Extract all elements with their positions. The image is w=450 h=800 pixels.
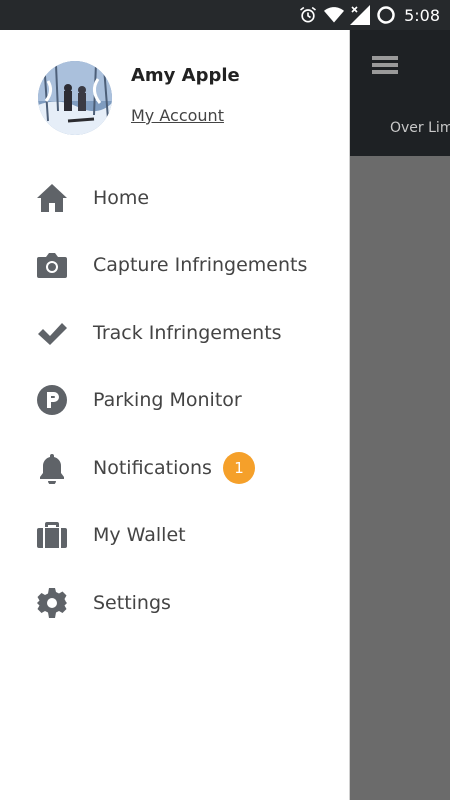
gear-icon [36, 587, 68, 619]
menu-item-parking-monitor[interactable]: Parking Monitor [0, 367, 350, 435]
menu-item-track-infringements[interactable]: Track Infringements [0, 299, 350, 367]
status-bar: 5:08 [0, 0, 450, 30]
menu-item-label: Notifications [93, 456, 212, 479]
wallet-icon [36, 519, 68, 551]
status-time: 5:08 [404, 5, 440, 25]
parking-icon [36, 384, 68, 416]
navigation-drawer: Amy Apple My Account Home Capture Infrin… [0, 30, 350, 800]
menu-item-label: Track Infringements [93, 321, 282, 344]
bell-icon [36, 452, 68, 484]
profile-header: Amy Apple My Account [38, 61, 338, 141]
data-saver-icon [376, 5, 396, 25]
wifi-icon [324, 5, 345, 25]
camera-icon [36, 249, 68, 281]
tab-over-limit[interactable]: Over Lim [390, 120, 450, 136]
menu-item-my-wallet[interactable]: My Wallet [0, 502, 350, 570]
my-account-link[interactable]: My Account [131, 106, 224, 125]
menu-item-label: Home [93, 186, 150, 209]
home-icon [36, 182, 68, 214]
hamburger-menu-icon[interactable] [372, 54, 398, 76]
menu-item-label: Parking Monitor [93, 389, 242, 412]
checkmark-icon [36, 317, 68, 349]
user-name: Amy Apple [131, 65, 240, 86]
no-signal-icon [350, 5, 371, 25]
notification-count-badge: 1 [223, 451, 255, 484]
drawer-menu: Home Capture Infringements Track Infring… [0, 164, 350, 637]
avatar[interactable] [38, 61, 112, 135]
menu-item-notifications[interactable]: Notifications 1 [0, 434, 350, 502]
menu-item-settings[interactable]: Settings [0, 569, 350, 637]
alarm-icon [298, 5, 318, 25]
menu-item-home[interactable]: Home [0, 164, 350, 232]
menu-item-label: Capture Infringements [93, 254, 308, 277]
menu-item-label: Settings [93, 591, 171, 614]
menu-item-label: My Wallet [93, 524, 186, 547]
menu-item-capture-infringements[interactable]: Capture Infringements [0, 232, 350, 300]
